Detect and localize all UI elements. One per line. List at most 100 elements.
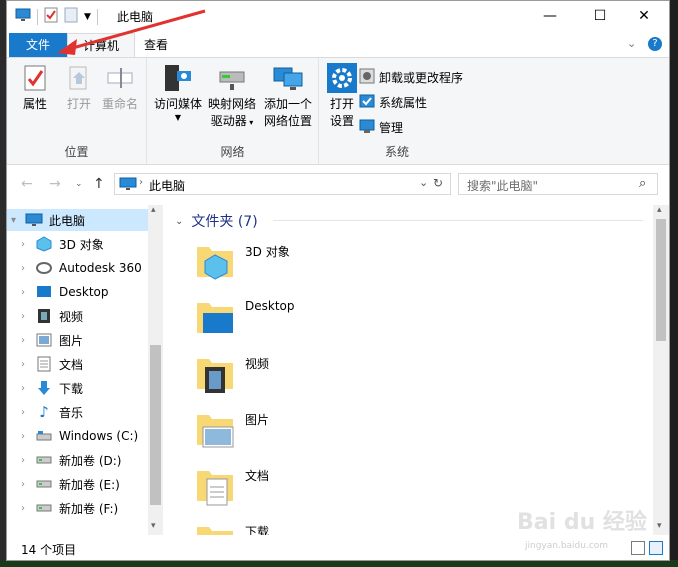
chevron-right-icon[interactable]: ›: [21, 431, 35, 442]
search-input[interactable]: 搜索"此电脑" ⌕: [458, 173, 658, 195]
scroll-up-icon[interactable]: ▴: [657, 205, 662, 215]
scroll-down-icon[interactable]: ▾: [151, 521, 156, 531]
group-divider: [273, 220, 643, 221]
minimize-button[interactable]: —: [527, 1, 573, 31]
nav-item-3d-objects[interactable]: › 3D 对象: [7, 233, 149, 255]
chevron-right-icon[interactable]: ›: [21, 503, 35, 514]
address-dropdown-icon[interactable]: ⌄: [419, 176, 428, 189]
nav-item-videos[interactable]: › 视频: [7, 305, 149, 327]
rename-icon: [104, 62, 136, 94]
search-icon[interactable]: ⌕: [639, 176, 646, 191]
3d-objects-icon: [35, 236, 53, 252]
content-scrollbar[interactable]: ▴ ▾: [653, 205, 669, 535]
chevron-down-icon[interactable]: ▾: [11, 215, 25, 226]
search-placeholder: 搜索"此电脑": [467, 179, 539, 193]
back-arrow-icon[interactable]: ←: [21, 176, 33, 192]
chevron-down-icon: ▾: [246, 118, 254, 127]
maximize-button[interactable]: ☐: [577, 1, 623, 31]
folders-group-header[interactable]: ⌄ 文件夹 (7): [175, 211, 258, 231]
drive-icon: [35, 500, 53, 516]
quick-access-toolbar: ▼: [15, 7, 98, 26]
nav-item-drive-d[interactable]: › 新加卷 (D:): [7, 449, 149, 471]
nav-item-pictures[interactable]: › 图片: [7, 329, 149, 351]
chevron-right-icon[interactable]: ›: [21, 287, 35, 298]
open-icon: [63, 62, 95, 94]
nav-item-documents[interactable]: › 文档: [7, 353, 149, 375]
properties-button[interactable]: 属性: [17, 62, 53, 113]
up-arrow-icon[interactable]: ↑: [93, 176, 105, 192]
details-view-icon[interactable]: [631, 541, 645, 555]
new-folder-qat-icon[interactable]: [64, 7, 78, 26]
properties-icon: [19, 62, 51, 94]
desktop-folder-icon: [193, 295, 237, 339]
chevron-right-icon[interactable]: ›: [21, 383, 35, 394]
pc-icon: [15, 8, 31, 25]
refresh-icon[interactable]: ↻: [433, 176, 443, 190]
chevron-right-icon[interactable]: ›: [21, 455, 35, 466]
large-icons-view-icon[interactable]: [649, 541, 663, 555]
folder-desktop[interactable]: Desktop: [193, 295, 573, 351]
access-media-button[interactable]: 访问媒体 ▼: [151, 62, 205, 123]
nav-item-drive-c[interactable]: › Windows (C:): [7, 425, 149, 447]
nav-pane-scrollbar[interactable]: ▴ ▾: [148, 205, 163, 535]
autodesk-icon: [35, 260, 53, 276]
group-label-network: 网络: [220, 145, 245, 159]
qat-divider: [96, 8, 98, 25]
nav-item-this-pc[interactable]: ▾ 此电脑: [7, 209, 149, 231]
address-bar[interactable]: › 此电脑 ⌄ ↻: [114, 173, 451, 195]
chevron-right-icon[interactable]: ›: [21, 479, 35, 490]
close-button[interactable]: ✕: [621, 1, 667, 31]
tab-file[interactable]: 文件: [9, 33, 67, 57]
scroll-up-icon[interactable]: ▴: [151, 205, 156, 215]
manage-button[interactable]: 管理: [359, 116, 403, 138]
forward-arrow-icon[interactable]: →: [49, 176, 61, 192]
folder-videos[interactable]: 视频: [193, 351, 573, 407]
chevron-right-icon[interactable]: ›: [21, 239, 35, 250]
ribbon-group-location: 属性 打开 重命名 位置: [7, 58, 147, 164]
rename-button[interactable]: 重命名: [99, 62, 141, 113]
folder-documents[interactable]: 文档: [193, 463, 573, 519]
recent-locations-icon[interactable]: ⌄: [75, 179, 83, 189]
folder-pictures[interactable]: 图片: [193, 407, 573, 463]
chevron-right-icon[interactable]: ›: [21, 407, 35, 418]
downloads-icon: [35, 380, 53, 396]
collapse-ribbon-icon[interactable]: ⌄: [627, 37, 636, 50]
media-icon: [162, 62, 194, 94]
nav-item-autodesk-360[interactable]: › Autodesk 360: [7, 257, 149, 279]
qat-dropdown-icon[interactable]: ▼: [84, 12, 91, 22]
drive-c-icon: [35, 428, 53, 444]
video-icon: [35, 308, 53, 324]
system-properties-button[interactable]: 系统属性: [359, 91, 427, 113]
nav-item-downloads[interactable]: › 下载: [7, 377, 149, 399]
nav-item-music[interactable]: › ♪ 音乐: [7, 401, 149, 423]
scrollbar-thumb[interactable]: [656, 219, 666, 341]
chevron-right-icon[interactable]: ›: [21, 335, 35, 346]
nav-item-drive-e[interactable]: › 新加卷 (E:): [7, 473, 149, 495]
chevron-right-icon[interactable]: ›: [21, 359, 35, 370]
properties-qat-icon[interactable]: [44, 7, 58, 26]
tab-computer[interactable]: 计算机: [67, 33, 135, 57]
help-icon[interactable]: ?: [648, 37, 662, 51]
add-network-location-button[interactable]: 添加一个 网络位置: [261, 62, 315, 130]
3d-objects-folder-icon: [193, 239, 237, 283]
ribbon-tabs: 文件 计算机 查看 ⌄ ?: [7, 31, 669, 57]
tab-view[interactable]: 查看: [135, 33, 177, 57]
address-path[interactable]: 此电脑: [149, 177, 185, 194]
chevron-down-icon: ⌄: [175, 215, 184, 227]
nav-item-desktop[interactable]: › Desktop: [7, 281, 149, 303]
open-button[interactable]: 打开: [61, 62, 97, 113]
uninstall-program-button[interactable]: 卸载或更改程序: [359, 66, 463, 88]
qat-divider: [37, 8, 38, 25]
nav-item-drive-f[interactable]: › 新加卷 (F:): [7, 497, 149, 519]
group-label-location: 位置: [64, 145, 89, 159]
scrollbar-thumb[interactable]: [150, 345, 161, 505]
manage-icon: [359, 118, 375, 137]
folder-3d-objects[interactable]: 3D 对象: [193, 239, 573, 295]
folder-downloads[interactable]: 下载: [193, 519, 573, 535]
open-settings-button[interactable]: 打开 设置: [325, 62, 359, 130]
scroll-down-icon[interactable]: ▾: [657, 521, 662, 531]
chevron-right-icon[interactable]: ›: [21, 263, 35, 274]
map-network-drive-button[interactable]: 映射网络 驱动器 ▾: [205, 62, 259, 131]
documents-folder-icon: [193, 463, 237, 507]
chevron-right-icon[interactable]: ›: [21, 311, 35, 322]
